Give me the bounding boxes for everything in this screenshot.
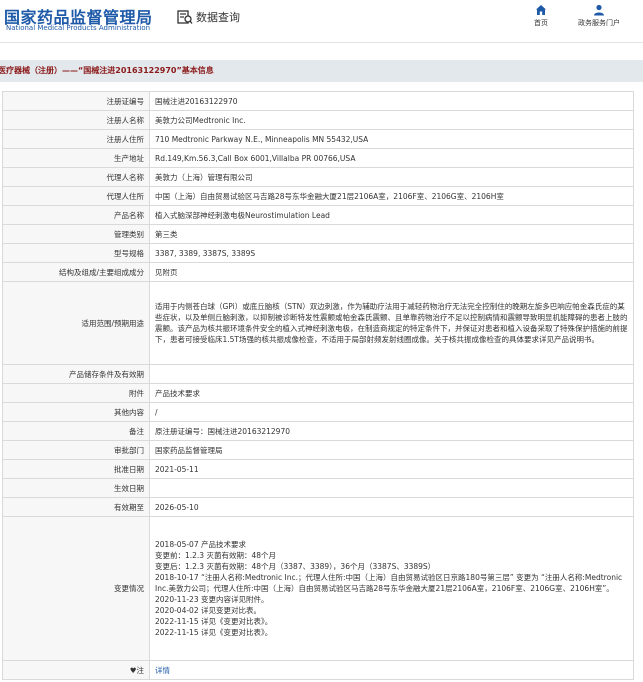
value-attachment: 产品技术要求 xyxy=(149,383,634,403)
row-structure: 结构及组成/主要组成成分 见附页 xyxy=(2,262,634,282)
label-production-addr: 生产地址 xyxy=(2,148,150,168)
value-agent-addr: 中国（上海）自由贸易试验区马吉路28号东华金融大厦21层2106A室，2106F… xyxy=(149,186,634,206)
change-entry: 变更后：1.2.3 灭菌有效期：48个月（3387、3389），36个月（338… xyxy=(155,562,436,571)
detail-table: 注册证编号 国械注进20163122970 注册人名称 美敦力公司Medtron… xyxy=(2,91,634,680)
row-production-addr: 生产地址 Rd.149,Km.56.3,Call Box 6001,Villal… xyxy=(2,148,634,168)
nav-service-portal[interactable]: 政务服务门户 xyxy=(570,4,628,28)
label-reg-no: 注册证编号 xyxy=(2,91,150,111)
row-mgmt-class: 管理类别 第三类 xyxy=(2,224,634,244)
row-product-name: 产品名称 植入式脑深部神经刺激电极Neurostimulation Lead xyxy=(2,205,634,225)
breadcrumb-text: 医疗器械（注册）——“国械注进20163122970”基本信息 xyxy=(0,66,214,75)
change-entry: 2020-04-02 详见变更对比表。 xyxy=(155,606,261,615)
change-entry: 2018-10-17 “注册人名称:Medtronic Inc.；代理人住所:中… xyxy=(155,573,623,593)
label-mgmt-class: 管理类别 xyxy=(2,224,150,244)
label-remark: 备注 xyxy=(2,421,150,441)
change-entry: 2020-11-23 变更内容详见附件。 xyxy=(155,595,269,604)
value-other: / xyxy=(149,402,634,422)
row-registrant: 注册人名称 美敦力公司Medtronic Inc. xyxy=(2,110,634,130)
row-agent-addr: 代理人住所 中国（上海）自由贸易试验区马吉路28号东华金融大厦21层2106A室… xyxy=(2,186,634,206)
user-icon xyxy=(594,4,604,16)
value-remark: 原注册证编号：国械注进20163212970 xyxy=(149,421,634,441)
label-note: ♥注 xyxy=(2,660,150,680)
value-changes: 2018-05-07 产品技术要求 变更前：1.2.3 灭菌有效期：48个月 变… xyxy=(149,516,634,661)
label-storage: 产品储存条件及有效期 xyxy=(2,364,150,384)
label-models: 型号规格 xyxy=(2,243,150,263)
data-query-icon xyxy=(177,10,193,24)
home-icon xyxy=(536,5,546,15)
value-structure: 见附页 xyxy=(149,262,634,282)
value-effective-date xyxy=(149,478,634,498)
change-entry: 2018-05-07 产品技术要求 xyxy=(155,540,246,549)
row-storage: 产品储存条件及有效期 xyxy=(2,364,634,384)
row-other: 其他内容 / xyxy=(2,402,634,422)
note-marker-icon: ♥ xyxy=(129,665,137,675)
value-scope: 适用于内侧苍白球（GPi）或底丘脑核（STN）双边刺激，作为辅助疗法用于减轻药物… xyxy=(149,281,634,365)
value-product-name: 植入式脑深部神经刺激电极Neurostimulation Lead xyxy=(149,205,634,225)
label-product-name: 产品名称 xyxy=(2,205,150,225)
label-registrant: 注册人名称 xyxy=(2,110,150,130)
row-changes: 变更情况 2018-05-07 产品技术要求 变更前：1.2.3 灭菌有效期：4… xyxy=(2,516,634,661)
nav-home-label: 首页 xyxy=(534,19,548,27)
label-note-text: 注 xyxy=(136,665,145,675)
row-approval-date: 批准日期 2021-05-11 xyxy=(2,459,634,479)
row-attachment: 附件 产品技术要求 xyxy=(2,383,634,403)
label-scope: 适用范围/预期用途 xyxy=(2,281,150,365)
value-models: 3387, 3389, 3387S, 3389S xyxy=(149,243,634,263)
value-storage xyxy=(149,364,634,384)
label-structure: 结构及组成/主要组成成分 xyxy=(2,262,150,282)
change-entry: 变更前：1.2.3 灭菌有效期：48个月 xyxy=(155,551,277,560)
site-header: 国家药品监督管理局 National Medical Products Admi… xyxy=(0,0,643,42)
nav-service-portal-label: 政务服务门户 xyxy=(578,19,620,27)
row-scope: 适用范围/预期用途 适用于内侧苍白球（GPi）或底丘脑核（STN）双边刺激，作为… xyxy=(2,281,634,365)
breadcrumb: 医疗器械（注册）——“国械注进20163122970”基本信息 xyxy=(0,60,643,82)
label-changes: 变更情况 xyxy=(2,516,150,661)
row-approval-dept: 审批部门 国家药品监督管理局 xyxy=(2,440,634,460)
value-approval-dept: 国家药品监督管理局 xyxy=(149,440,634,460)
row-note: ♥注 详情 xyxy=(2,660,634,680)
header-divider xyxy=(0,42,643,43)
value-reg-no: 国械注进20163122970 xyxy=(149,91,634,111)
label-approval-dept: 审批部门 xyxy=(2,440,150,460)
page-title: 数据查询 xyxy=(196,11,240,24)
nav-home[interactable]: 首页 xyxy=(528,4,554,28)
label-registrant-addr: 注册人住所 xyxy=(2,129,150,149)
site-logo-en[interactable]: National Medical Products Administration xyxy=(6,24,150,32)
label-valid-until: 有效期至 xyxy=(2,497,150,517)
value-registrant: 美敦力公司Medtronic Inc. xyxy=(149,110,634,130)
row-effective-date: 生效日期 xyxy=(2,478,634,498)
value-production-addr: Rd.149,Km.56.3,Call Box 6001,Villalba PR… xyxy=(149,148,634,168)
label-effective-date: 生效日期 xyxy=(2,478,150,498)
label-agent-addr: 代理人住所 xyxy=(2,186,150,206)
label-other: 其他内容 xyxy=(2,402,150,422)
row-reg-no: 注册证编号 国械注进20163122970 xyxy=(2,91,634,111)
label-approval-date: 批准日期 xyxy=(2,459,150,479)
value-valid-until: 2026-05-10 xyxy=(149,497,634,517)
row-valid-until: 有效期至 2026-05-10 xyxy=(2,497,634,517)
change-entry: 2022-11-15 详见《变更对比表》。 xyxy=(155,617,273,626)
row-agent: 代理人名称 美敦力（上海）管理有限公司 xyxy=(2,167,634,187)
change-entry: 2022-11-15 详见《变更对比表》。 xyxy=(155,628,273,637)
value-agent: 美敦力（上海）管理有限公司 xyxy=(149,167,634,187)
label-agent: 代理人名称 xyxy=(2,167,150,187)
value-mgmt-class: 第三类 xyxy=(149,224,634,244)
label-attachment: 附件 xyxy=(2,383,150,403)
value-approval-date: 2021-05-11 xyxy=(149,459,634,479)
detail-link[interactable]: 详情 xyxy=(155,666,170,675)
row-remark: 备注 原注册证编号：国械注进20163212970 xyxy=(2,421,634,441)
row-registrant-addr: 注册人住所 710 Medtronic Parkway N.E., Minnea… xyxy=(2,129,634,149)
value-note: 详情 xyxy=(149,660,634,680)
value-registrant-addr: 710 Medtronic Parkway N.E., Minneapolis … xyxy=(149,129,634,149)
row-models: 型号规格 3387, 3389, 3387S, 3389S xyxy=(2,243,634,263)
